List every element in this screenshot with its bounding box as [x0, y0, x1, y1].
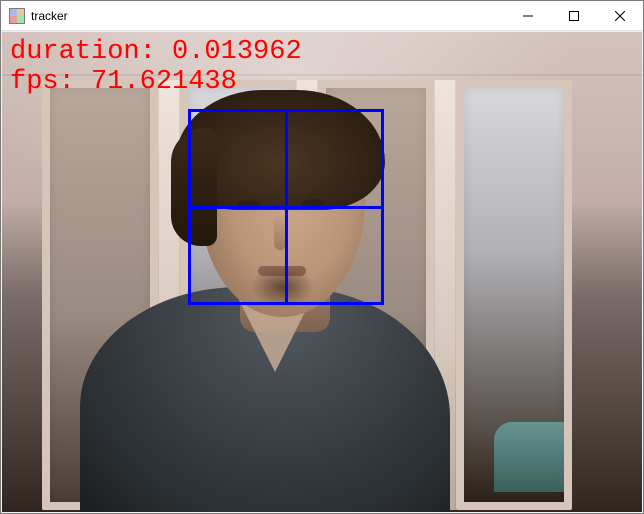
person-mouth: [258, 266, 306, 276]
client-area: duration: 0.013962 fps: 71.621438: [1, 31, 643, 513]
wardrobe-mirror: [456, 80, 572, 510]
app-icon: [9, 8, 25, 24]
scene-person: [80, 122, 450, 512]
maximize-icon: [569, 11, 579, 21]
maximize-button[interactable]: [551, 1, 597, 31]
person-eye: [302, 199, 324, 208]
minimize-icon: [523, 11, 533, 21]
video-frame: duration: 0.013962 fps: 71.621438: [2, 32, 642, 512]
titlebar[interactable]: tracker: [1, 1, 643, 31]
duration-label: duration:: [10, 37, 172, 67]
fps-value: 71.621438: [91, 67, 237, 97]
window-title: tracker: [31, 9, 68, 23]
mirror-reflection: [494, 422, 564, 492]
person-hair: [175, 90, 385, 210]
stats-overlay: duration: 0.013962 fps: 71.621438: [10, 38, 302, 97]
person-eye: [238, 200, 260, 209]
person-nose: [274, 214, 286, 250]
duration-value: 0.013962: [172, 37, 302, 67]
close-icon: [615, 11, 625, 21]
minimize-button[interactable]: [505, 1, 551, 31]
fps-label: fps:: [10, 67, 91, 97]
app-window: tracker: [0, 0, 644, 514]
close-button[interactable]: [597, 1, 643, 31]
